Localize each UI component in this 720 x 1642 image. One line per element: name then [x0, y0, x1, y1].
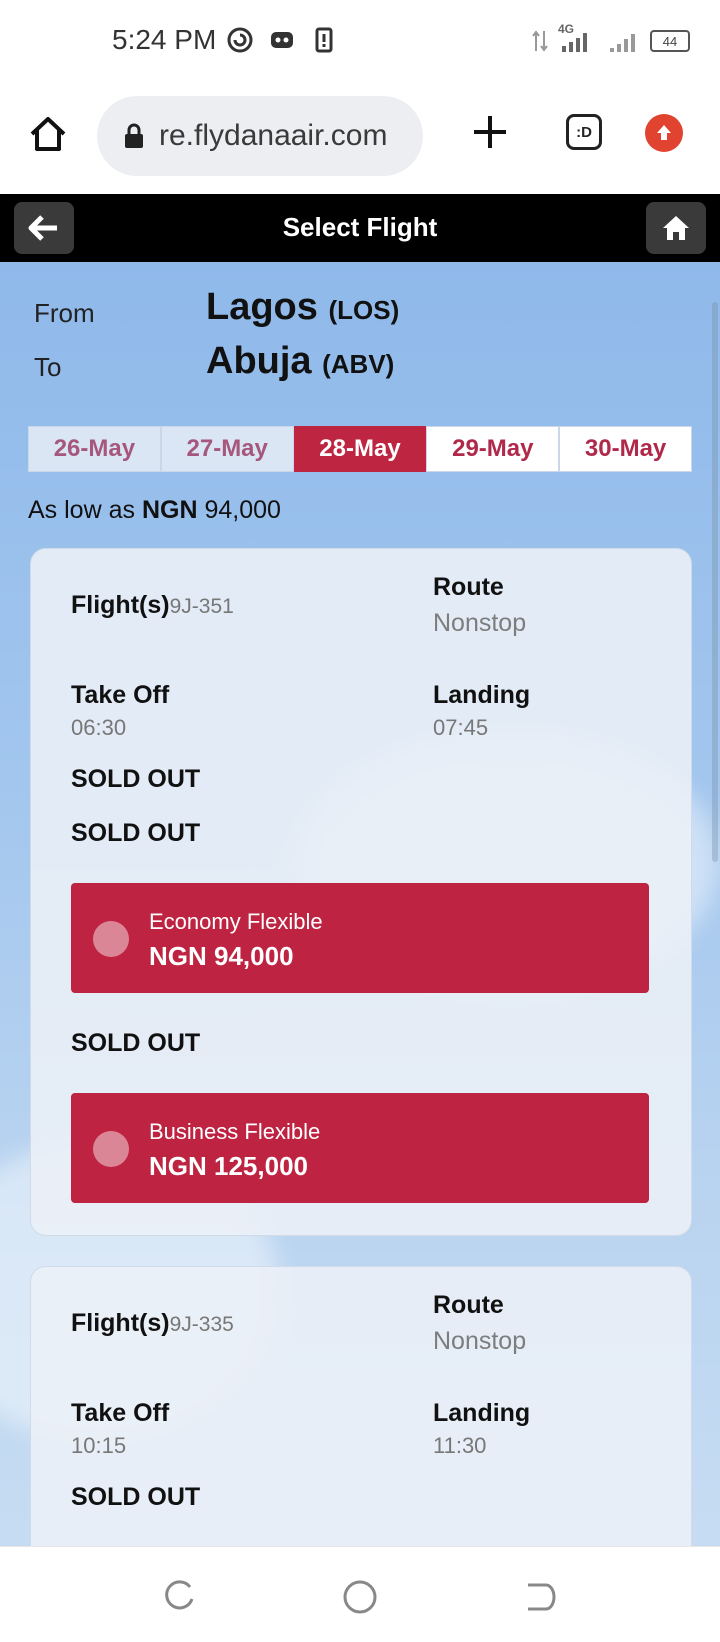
flight-card: Flight(s)9J-351 Route Nonstop Take Off 0…	[30, 548, 692, 1236]
system-navigation-bar	[0, 1546, 720, 1642]
to-label: To	[34, 352, 62, 382]
landing-time: 07:45	[433, 715, 489, 740]
takeoff-time: 10:15	[71, 1433, 127, 1458]
signal-icon: 4G	[556, 22, 600, 54]
takeoff-time: 06:30	[71, 715, 127, 740]
sold-out-label: SOLD OUT	[71, 765, 201, 793]
date-tab-26-may[interactable]: 26-May	[28, 426, 161, 472]
scrollbar[interactable]	[712, 302, 718, 862]
flight-card: Flight(s)9J-335 Route Nonstop Take Off 1…	[30, 1266, 692, 1546]
flight-number-value: 9J-335	[169, 1313, 234, 1336]
lock-icon	[125, 123, 143, 148]
flight-number-value: 9J-351	[169, 595, 234, 618]
fare-radio[interactable]	[93, 1131, 129, 1167]
origin-city-name: Lagos	[206, 286, 318, 328]
flight-label: Flight(s)	[71, 1309, 170, 1337]
app-header: Select Flight	[0, 194, 720, 262]
route-label: Route	[433, 1291, 504, 1319]
phone-alert-icon	[310, 26, 338, 54]
flight-selection-panel: From Lagos (LOS) To Abuja (ABV) 26-May 2…	[0, 262, 720, 1546]
takeoff-label: Take Off	[71, 681, 170, 709]
home-icon	[663, 216, 689, 240]
flight-label: Flight(s)	[71, 591, 170, 619]
data-arrows-icon	[532, 30, 548, 52]
takeoff-label: Take Off	[71, 1399, 170, 1427]
landing-label: Landing	[433, 681, 531, 709]
destination-city-name: Abuja	[206, 340, 312, 382]
fare-option-economy-flexible[interactable]: Economy Flexible NGN 94,000	[71, 883, 649, 993]
fare-price: NGN 94,000	[149, 941, 294, 971]
battery-level: 44	[662, 33, 678, 49]
route-value: Nonstop	[433, 1327, 527, 1355]
origin-code: (LOS)	[328, 295, 400, 325]
fare-price: NGN 125,000	[149, 1151, 308, 1181]
status-time: 5:24 PM	[112, 24, 217, 55]
sold-out-label: SOLD OUT	[71, 1483, 201, 1511]
landing-label: Landing	[433, 1399, 531, 1427]
lowest-price-amount: 94,000	[204, 496, 281, 524]
date-tab-28-may[interactable]: 28-May	[293, 426, 427, 472]
lowest-price-currency: NGN	[141, 496, 198, 524]
destination-city: Abuja (ABV)	[206, 340, 394, 383]
sold-out-label: SOLD OUT	[71, 819, 201, 847]
status-system-icons: 4G 44	[532, 22, 690, 54]
flight-number: Flight(s)9J-335	[71, 1309, 234, 1338]
lowest-price: As low as NGN 94,000	[28, 496, 281, 525]
origin-city: Lagos (LOS)	[206, 286, 399, 329]
date-tab-30-may[interactable]: 30-May	[559, 426, 692, 472]
fare-name: Economy Flexible	[149, 909, 323, 934]
new-tab-icon[interactable]	[468, 110, 512, 154]
landing-time: 11:30	[433, 1433, 487, 1458]
gamepad-icon	[268, 26, 296, 54]
home-nav-button[interactable]	[340, 1577, 380, 1617]
home-button[interactable]	[646, 202, 706, 254]
fare-name: Business Flexible	[149, 1119, 321, 1144]
recent-apps-icon	[165, 1580, 194, 1610]
tabs-switcher-icon[interactable]: :D	[566, 114, 602, 150]
home-circle-icon	[343, 1580, 377, 1614]
destination-code: (ABV)	[322, 349, 395, 379]
status-notification-icons	[226, 26, 338, 54]
flight-number: Flight(s)9J-351	[71, 591, 234, 620]
update-icon[interactable]	[645, 114, 683, 152]
back-nav-icon	[528, 1583, 556, 1611]
url-text: re.flydanaair.com	[159, 119, 388, 152]
recent-apps-button[interactable]	[160, 1577, 200, 1617]
route-label: Route	[433, 573, 504, 601]
page-title: Select Flight	[282, 212, 438, 242]
sold-out-label: SOLD OUT	[71, 1029, 201, 1057]
fare-option-business-flexible[interactable]: Business Flexible NGN 125,000	[71, 1093, 649, 1203]
date-tab-27-may[interactable]: 27-May	[160, 426, 294, 472]
browser-toolbar: re.flydanaair.com :D	[0, 84, 720, 194]
sync-icon	[226, 26, 254, 54]
date-selector: 26-May 27-May 28-May 29-May 30-May	[28, 426, 692, 472]
signal-2-icon	[610, 34, 635, 52]
route-value: Nonstop	[433, 609, 527, 637]
battery-icon: 44	[650, 30, 690, 52]
from-label: From	[34, 298, 95, 328]
fare-radio[interactable]	[93, 921, 129, 957]
back-nav-button[interactable]	[520, 1577, 560, 1617]
lowest-price-prefix: As low as	[28, 496, 135, 524]
address-bar[interactable]: re.flydanaair.com	[97, 96, 423, 176]
browser-home-icon[interactable]	[26, 112, 70, 156]
status-bar: 5:24 PM 4G 44	[0, 0, 720, 84]
date-tab-29-may[interactable]: 29-May	[426, 426, 560, 472]
